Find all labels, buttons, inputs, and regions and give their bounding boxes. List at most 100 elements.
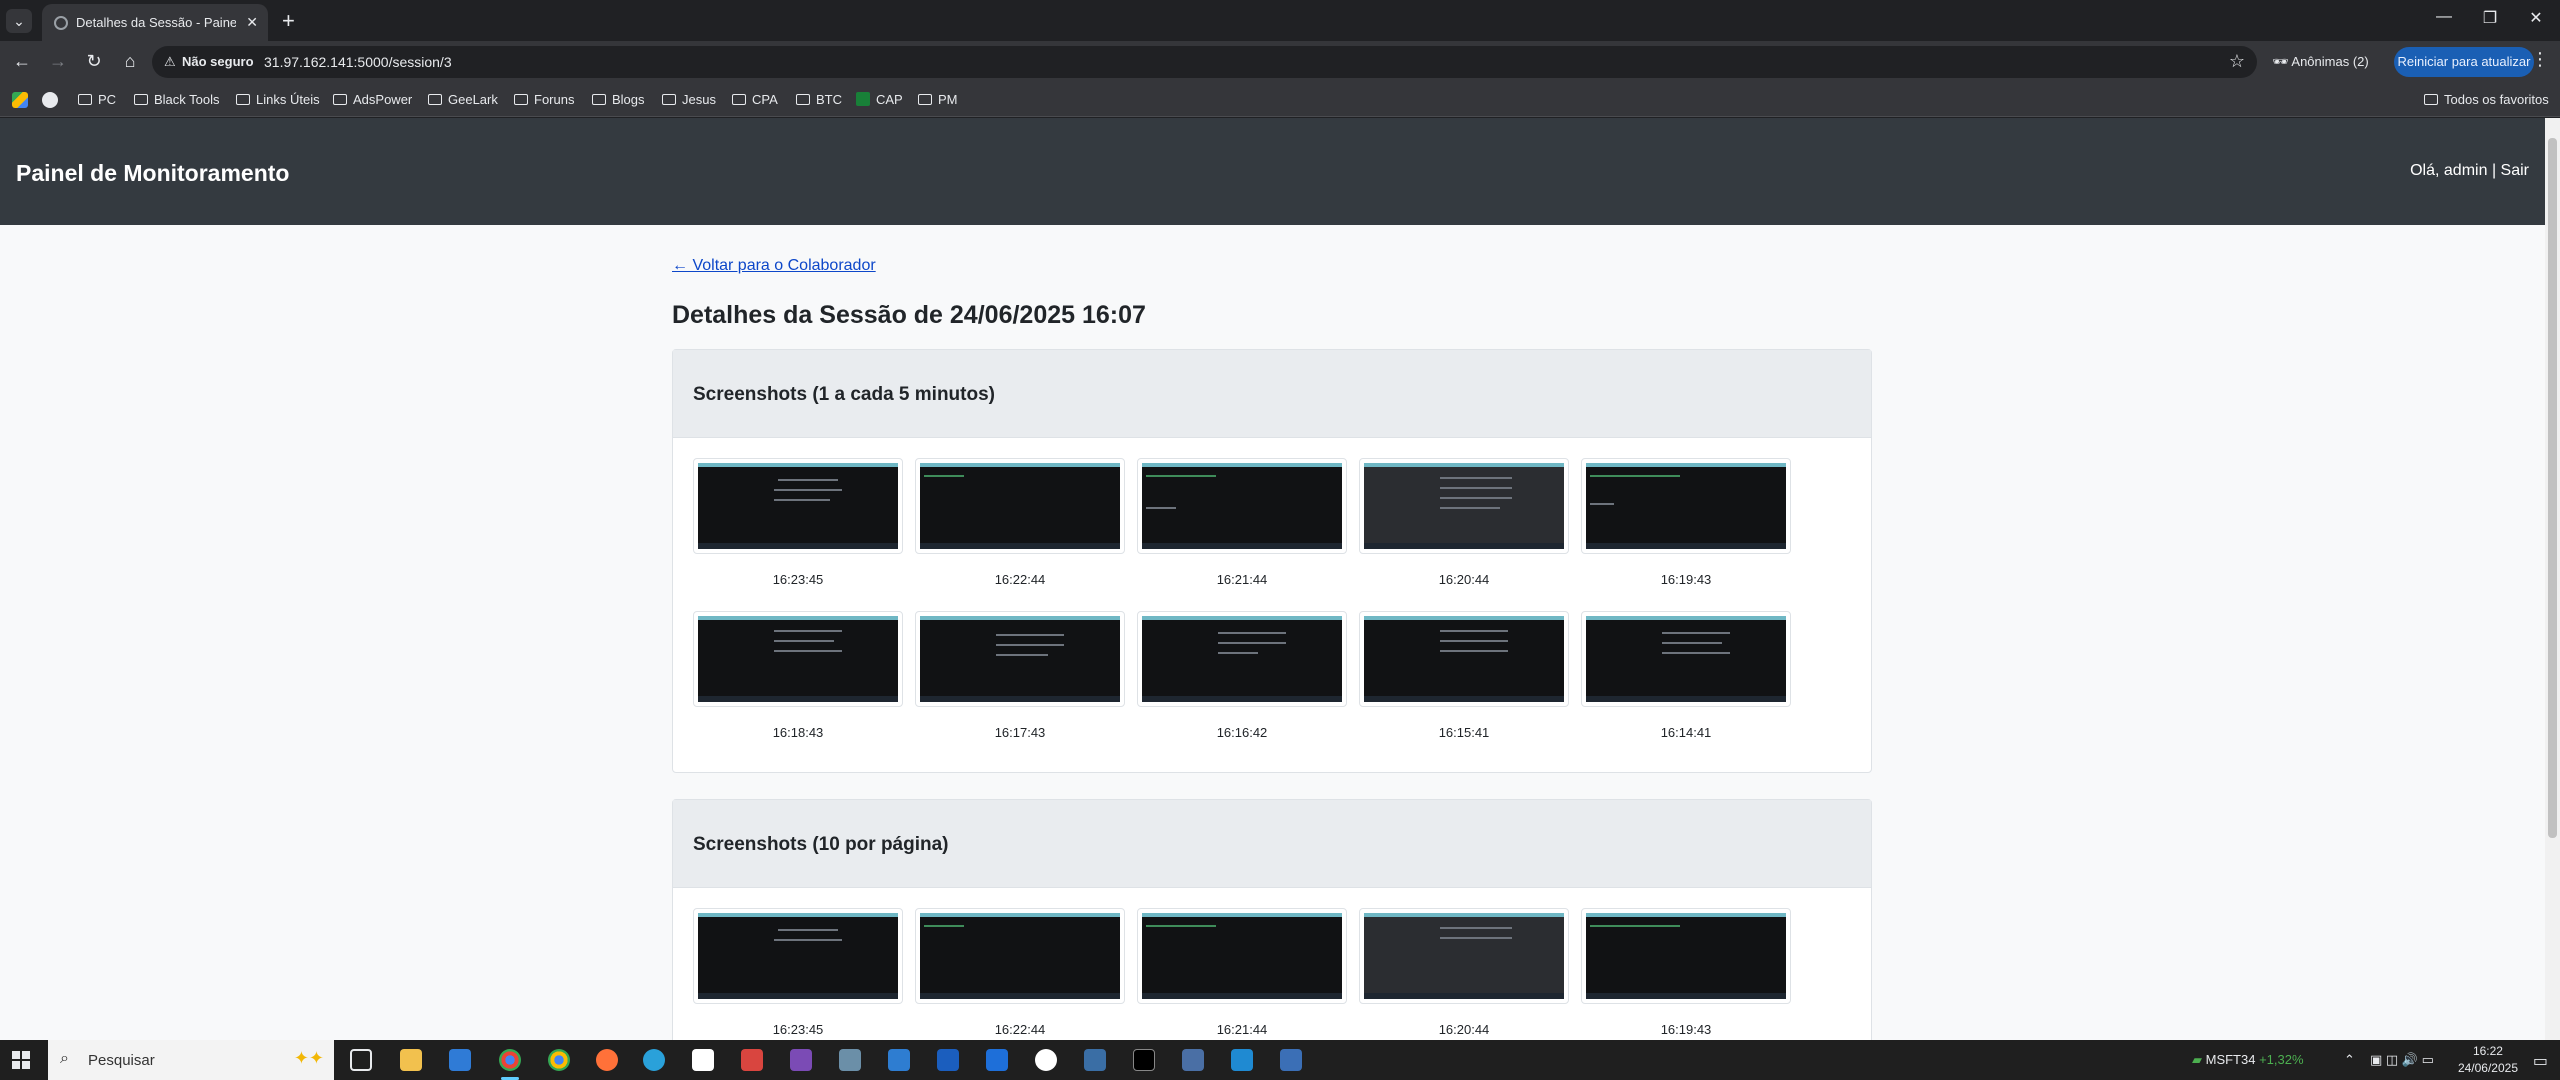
app-gray-icon[interactable] [839,1049,861,1071]
screenshot-image[interactable] [1142,463,1342,549]
stock-ticker[interactable]: ▰ MSFT34 +1,32% [2192,1052,2304,1068]
screenshot-thumbnail[interactable]: 16:21:44 [1137,458,1347,587]
thumbnail-frame[interactable] [693,908,903,1004]
extension-icon[interactable] [42,92,58,108]
drive-icon[interactable] [12,92,28,108]
notion-icon[interactable] [692,1049,714,1071]
taskbar-search-box[interactable]: ⌕ Pesquisar ✦✦ [48,1040,334,1080]
app-pen-icon[interactable] [1280,1049,1302,1071]
terminal-icon[interactable] [1133,1049,1155,1071]
screenshot-image[interactable] [1142,616,1342,702]
screenshot-thumbnail[interactable]: 16:15:41 [1359,611,1569,740]
stack-app-icon[interactable] [741,1049,763,1071]
screenshot-image[interactable] [1364,913,1564,999]
security-chip[interactable]: Não seguro [182,54,254,69]
screenshot-thumbnail[interactable]: 16:20:44 [1359,458,1569,587]
screenshot-image[interactable] [698,616,898,702]
logout-link[interactable]: Sair [2501,162,2529,179]
file-explorer-icon[interactable] [400,1049,422,1071]
bookmark-folder-foruns[interactable]: Foruns [514,92,574,107]
browser-tab[interactable]: Detalhes da Sessão - Painel de ✕ [42,4,268,41]
windows-start-icon[interactable] [12,1051,30,1069]
bookmark-folder-pm[interactable]: PM [918,92,958,107]
taskbar-clock[interactable]: 16:22 24/06/2025 [2458,1043,2518,1077]
incognito-indicator[interactable]: 🕶 Anônimas (2) [2272,50,2369,74]
tray-system-icons[interactable]: ▣ ◫ 🔊 ▭ [2370,1052,2434,1068]
screenshot-thumbnail[interactable]: 16:19:43 [1581,908,1791,1037]
calculator-icon[interactable] [449,1049,471,1071]
kebab-menu-icon[interactable]: ⋮ [2530,49,2550,70]
thumbnail-frame[interactable] [1359,458,1569,554]
chrome-icon[interactable] [499,1049,521,1071]
bookmark-folder-btc[interactable]: BTC [796,92,842,107]
thumbnail-frame[interactable] [1137,458,1347,554]
app-title[interactable]: Painel de Monitoramento [16,160,289,187]
notification-icon[interactable]: ▭ [2533,1051,2548,1071]
minimize-icon[interactable]: — [2424,8,2464,26]
screenshot-image[interactable] [1142,913,1342,999]
screenshot-image[interactable] [920,463,1120,549]
screenshot-image[interactable] [1364,616,1564,702]
thumbnail-frame[interactable] [915,458,1125,554]
screenshot-thumbnail[interactable]: 16:22:44 [915,908,1125,1037]
app-network-icon[interactable] [1182,1049,1204,1071]
vscode-icon[interactable] [1231,1049,1253,1071]
screenshot-thumbnail[interactable]: 16:16:42 [1137,611,1347,740]
bookmark-folder-black-tools[interactable]: Black Tools [134,92,220,107]
screenshot-image[interactable] [698,913,898,999]
screenshot-image[interactable] [1586,616,1786,702]
bookmark-folder-blogs[interactable]: Blogs [592,92,645,107]
thumbnail-frame[interactable] [1137,611,1347,707]
bookmark-folder-geelark[interactable]: GeeLark [428,92,498,107]
tray-overflow-icon[interactable]: ⌃ [2344,1052,2355,1068]
thumbnail-frame[interactable] [915,908,1125,1004]
screenshot-image[interactable] [920,616,1120,702]
restore-icon[interactable]: ❐ [2470,8,2510,28]
bookmark-folder-links-uteis[interactable]: Links Úteis [236,92,320,107]
screenshot-thumbnail[interactable]: 16:17:43 [915,611,1125,740]
app-circle-icon[interactable] [1035,1049,1057,1071]
thumbnail-frame[interactable] [1137,908,1347,1004]
back-to-collaborator-link[interactable]: ← Voltar para o Colaborador [672,257,876,275]
thumbnail-frame[interactable] [1581,458,1791,554]
bookmark-folder-jesus[interactable]: Jesus [662,92,716,107]
forward-arrow-icon[interactable]: → [46,51,70,72]
home-icon[interactable]: ⌂ [118,51,142,72]
app-purple-icon[interactable] [790,1049,812,1071]
screenshot-image[interactable] [1586,913,1786,999]
thumbnail-frame[interactable] [1581,908,1791,1004]
telegram-icon[interactable] [643,1049,665,1071]
scrollbar-thumb[interactable] [2548,138,2557,838]
address-bar[interactable]: ⚠ Não seguro 31.97.162.141:5000/session/… [152,46,2257,78]
screenshot-thumbnail[interactable]: 16:23:45 [693,908,903,1037]
screenshot-image[interactable] [1586,463,1786,549]
thumbnail-frame[interactable] [1359,908,1569,1004]
thumbnail-frame[interactable] [915,611,1125,707]
screenshot-thumbnail[interactable]: 16:22:44 [915,458,1125,587]
firefox-icon[interactable] [596,1049,618,1071]
back-arrow-icon[interactable]: ← [10,51,34,72]
screenshot-thumbnail[interactable]: 16:18:43 [693,611,903,740]
screenshot-image[interactable] [1364,463,1564,549]
bookmark-folder-adspower[interactable]: AdsPower [333,92,412,107]
new-tab-icon[interactable]: + [282,8,295,34]
bookmark-star-icon[interactable]: ☆ [2229,51,2245,72]
app-blue-icon[interactable] [888,1049,910,1071]
chrome-profile-icon[interactable] [548,1049,570,1071]
tab-close-icon[interactable]: ✕ [246,14,258,31]
screenshot-thumbnail[interactable]: 16:14:41 [1581,611,1791,740]
bookmark-folder-cpa[interactable]: CPA [732,92,778,107]
page-scrollbar[interactable] [2545,118,2560,1040]
tab-search-chevron-icon[interactable]: ⌄ [6,9,32,33]
thumbnail-frame[interactable] [1359,611,1569,707]
screenshot-thumbnail[interactable]: 16:21:44 [1137,908,1347,1037]
teste-app-icon[interactable] [1084,1049,1106,1071]
screenshot-thumbnail[interactable]: 16:19:43 [1581,458,1791,587]
screenshot-image[interactable] [698,463,898,549]
thumbnail-frame[interactable] [693,611,903,707]
reload-icon[interactable]: ↻ [82,51,106,72]
url-text[interactable]: 31.97.162.141:5000/session/3 [264,54,452,70]
thumbnail-frame[interactable] [1581,611,1791,707]
restart-to-update-button[interactable]: Reiniciar para atualizar [2394,47,2534,77]
window-close-icon[interactable]: ✕ [2516,8,2556,28]
